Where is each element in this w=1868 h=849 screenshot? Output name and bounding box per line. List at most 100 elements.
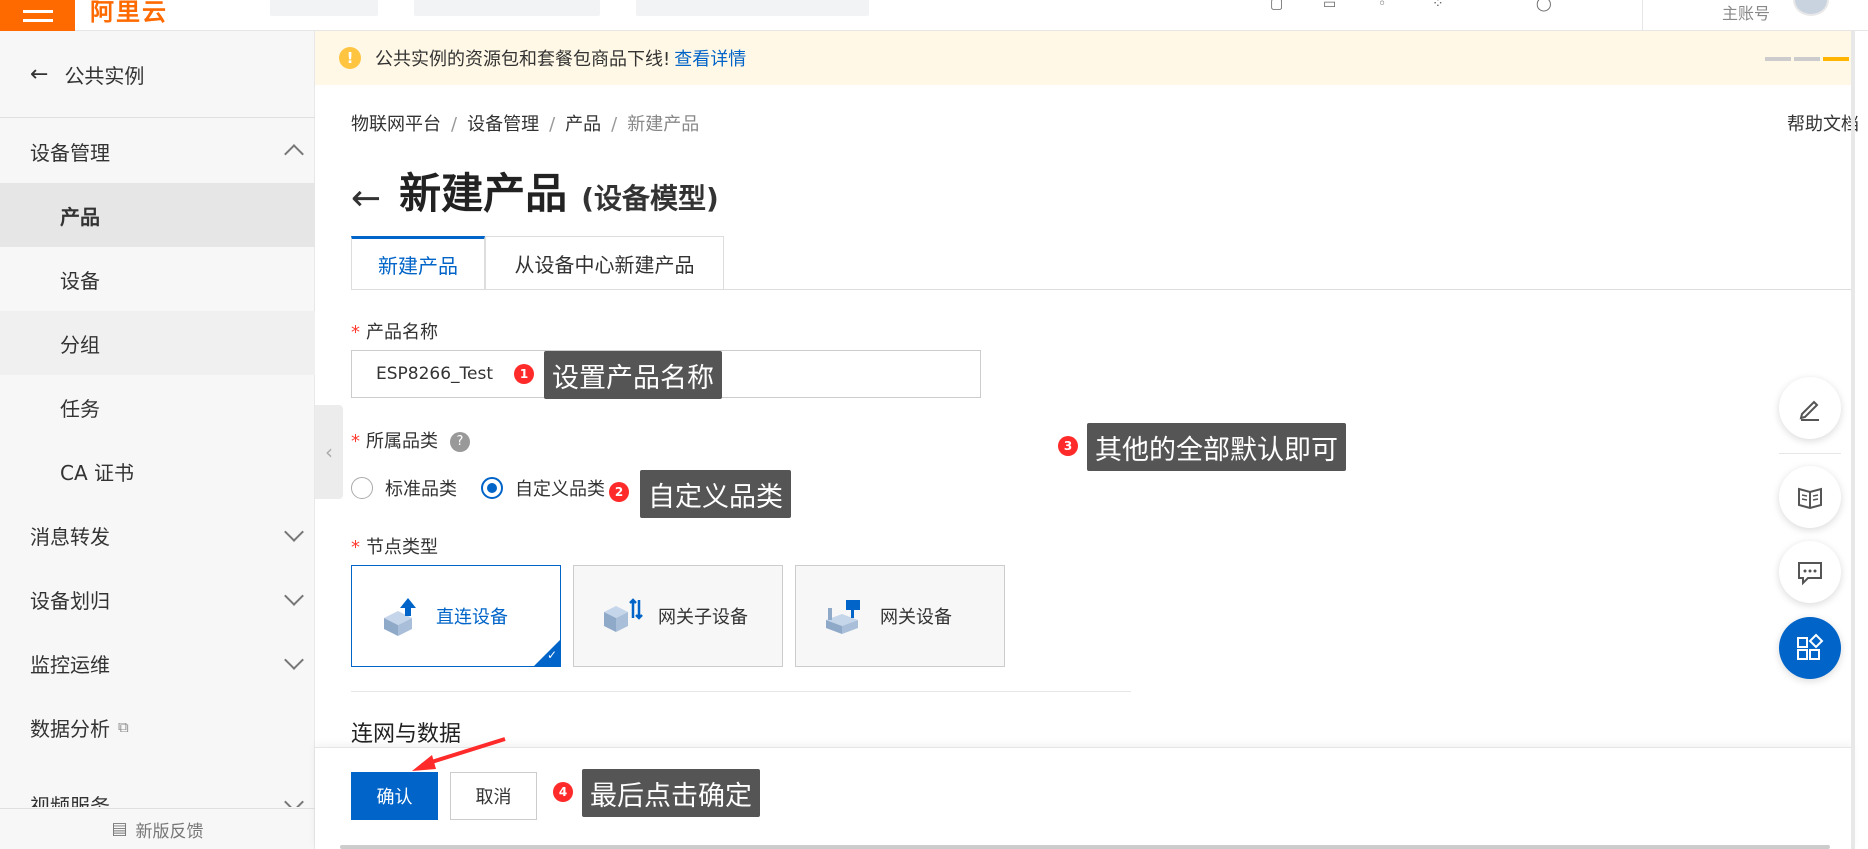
sidebar-item-label: 消息转发 <box>30 524 110 549</box>
node-type-label: * 节点类型 <box>351 537 438 558</box>
product-name-value: ESP8266_Test <box>376 364 494 384</box>
sidebar-item-data-analysis[interactable]: 数据分析 ⧉ <box>0 695 315 759</box>
node-type-gateway-device[interactable]: 网关设备 <box>795 565 1005 667</box>
arrow-left-icon: ← <box>30 61 49 87</box>
chevron-down-icon <box>284 586 304 606</box>
sidebar-item-label: 产品 <box>60 204 100 229</box>
chat-tool-button[interactable] <box>1779 541 1841 603</box>
sidebar-item-label: 数据分析 <box>30 716 110 741</box>
sidebar-collapse-handle[interactable]: ‹ <box>315 405 343 499</box>
search-input[interactable] <box>636 0 869 16</box>
apps-icon[interactable]: ⁘ <box>1432 0 1450 12</box>
section-divider <box>351 691 1131 692</box>
notice-pager-dot[interactable] <box>1765 57 1791 61</box>
cube-upload-icon <box>384 598 416 636</box>
notice-pager-dot-active[interactable] <box>1823 57 1849 61</box>
notice-detail-link[interactable]: 查看详情 <box>674 45 746 71</box>
chevron-down-icon <box>284 650 304 670</box>
workbench-selector[interactable] <box>270 0 378 16</box>
node-type-direct-device[interactable]: 直连设备 ✓ <box>351 565 561 667</box>
top-navbar: 阿里云 ▢ ▭ ◦ ⁘ ◯ 主账号 <box>0 0 1868 31</box>
chevron-left-icon: ‹ <box>325 440 333 464</box>
annotation-marker-1: 1 <box>514 364 534 384</box>
feedback-link[interactable]: ▤ 新版反馈 <box>0 808 315 849</box>
sidebar-item-group[interactable]: 分组 <box>0 311 315 375</box>
sidebar-item-label: 分组 <box>60 332 100 357</box>
help-doc-link[interactable]: 帮助文档 <box>1787 110 1859 136</box>
feedback-label: 新版反馈 <box>135 821 204 842</box>
card-label: 网关设备 <box>880 607 952 628</box>
sidebar: ← 公共实例 设备管理 产品 设备 分组 任务 CA 证书 消息转发 设备划归 … <box>0 31 315 849</box>
hamburger-menu-button[interactable] <box>0 0 75 31</box>
tab-from-device-center[interactable]: 从设备中心新建产品 <box>485 236 724 290</box>
account-label[interactable]: 主账号 <box>1722 0 1770 24</box>
radio-standard-category[interactable] <box>351 477 373 499</box>
horizontal-scrollbar[interactable] <box>340 845 1830 849</box>
cart-icon[interactable]: ▢ <box>1270 0 1288 12</box>
sidebar-item-device-assign[interactable]: 设备划归 <box>0 567 315 631</box>
feedback-icon: ▤ <box>111 819 128 839</box>
radio-label[interactable]: 自定义品类 <box>515 475 605 501</box>
docs-tool-button[interactable] <box>1779 466 1841 528</box>
sidebar-item-message-forward[interactable]: 消息转发 <box>0 503 315 567</box>
sidebar-item-task[interactable]: 任务 <box>0 375 315 439</box>
message-icon[interactable]: ▭ <box>1323 0 1341 12</box>
breadcrumb-item[interactable]: 设备管理 <box>467 114 539 135</box>
sidebar-item-device[interactable]: 设备 <box>0 247 315 311</box>
page-title: ← 新建产品 (设备模型) <box>351 160 719 221</box>
sidebar-item-label: 监控运维 <box>30 652 110 677</box>
warning-icon: ! <box>339 47 361 69</box>
sidebar-item-label: 设备划归 <box>30 588 110 613</box>
notice-pager-dot[interactable] <box>1794 57 1820 61</box>
chevron-up-icon <box>284 144 304 164</box>
sidebar-item-ca-cert[interactable]: CA 证书 <box>0 439 315 503</box>
tab-new-product[interactable]: 新建产品 <box>351 236 485 290</box>
radio-label[interactable]: 标准品类 <box>385 475 457 501</box>
sidebar-item-product[interactable]: 产品 <box>0 183 315 247</box>
apps-tool-button[interactable] <box>1779 617 1841 679</box>
edit-tool-button[interactable] <box>1779 377 1841 439</box>
region-selector[interactable] <box>414 0 600 16</box>
annotation-marker-4: 4 <box>553 782 573 802</box>
form-footer <box>315 747 1853 849</box>
sidebar-item-label: 设备管理 <box>30 140 110 165</box>
annotation-marker-2: 2 <box>609 482 629 502</box>
annotation-marker-3: 3 <box>1058 436 1078 456</box>
help-icon[interactable]: ◯ <box>1536 0 1554 12</box>
card-label: 直连设备 <box>436 607 508 628</box>
sidebar-item-monitoring[interactable]: 监控运维 <box>0 631 315 695</box>
brand-logo[interactable]: 阿里云 <box>90 0 168 27</box>
avatar[interactable] <box>1793 0 1829 16</box>
breadcrumb-item[interactable]: 产品 <box>565 114 601 135</box>
sidebar-item-label: 设备 <box>60 268 100 293</box>
sidebar-item-device-management[interactable]: 设备管理 <box>0 119 315 183</box>
radio-custom-category[interactable] <box>481 477 503 499</box>
breadcrumb-item[interactable]: 物联网平台 <box>351 114 441 135</box>
gateway-icon <box>826 600 860 634</box>
node-type-gateway-sub-device[interactable]: 网关子设备 <box>573 565 783 667</box>
confirm-button[interactable]: 确认 <box>351 772 438 820</box>
sidebar-back-label: 公共实例 <box>64 63 145 88</box>
annotation-label-1: 设置产品名称 <box>544 351 722 399</box>
check-icon: ✓ <box>546 648 557 662</box>
sidebar-item-video[interactable]: 视频服务 <box>0 759 315 807</box>
card-label: 网关子设备 <box>658 607 748 628</box>
cube-transfer-icon <box>604 598 643 632</box>
chevron-down-icon <box>284 522 304 542</box>
annotation-arrow-icon <box>412 737 506 771</box>
external-link-icon: ⧉ <box>118 718 129 736</box>
back-arrow-icon[interactable]: ← <box>351 178 381 219</box>
sidebar-back-link[interactable]: ← 公共实例 <box>0 31 315 118</box>
cancel-button[interactable]: 取消 <box>450 772 537 820</box>
category-radio-group: 标准品类 自定义品类 <box>351 475 605 501</box>
notification-icon[interactable]: ◦ <box>1378 0 1396 12</box>
breadcrumb-current: 新建产品 <box>627 114 700 135</box>
vertical-scrollbar[interactable] <box>1851 31 1855 849</box>
chat-icon <box>1798 562 1822 586</box>
tab-divider <box>351 289 1853 290</box>
question-icon[interactable]: ? <box>450 431 470 452</box>
chevron-down-icon <box>284 792 304 807</box>
page-title-text: 新建产品 <box>399 169 568 218</box>
sidebar-item-label: 视频服务 <box>30 794 110 807</box>
product-name-label: * 产品名称 <box>351 322 438 343</box>
